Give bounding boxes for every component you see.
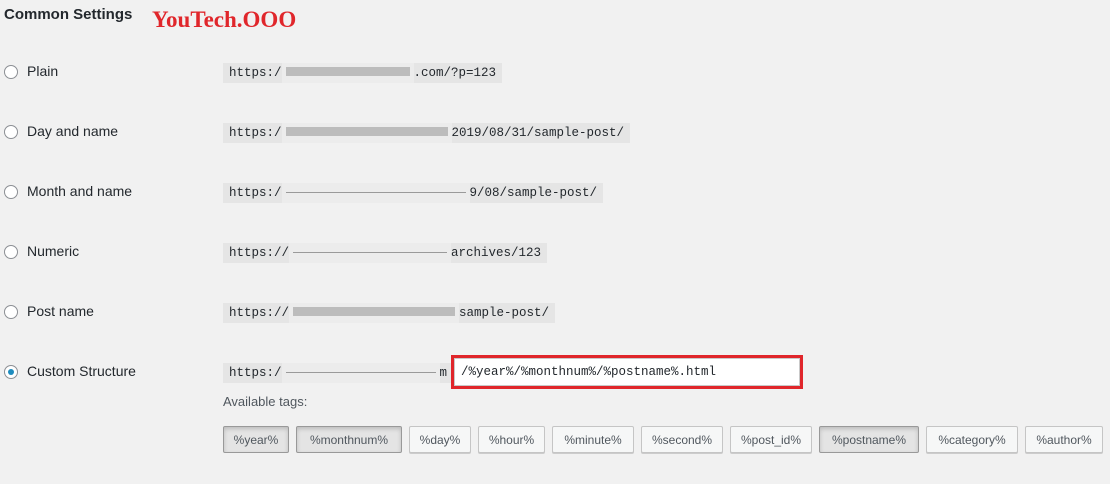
tag-button-year[interactable]: %year%: [223, 426, 289, 453]
redacted-domain: [289, 243, 452, 263]
redacted-domain: [281, 63, 414, 83]
url-preview-month-and-name: https:/ 9/08/sample-post/: [223, 183, 604, 203]
url-suffix: .com/?p=123: [413, 66, 497, 80]
tag-button-second[interactable]: %second%: [641, 426, 723, 453]
url-preview-numeric: https:// archives/123: [223, 243, 548, 263]
url-preview-day-and-name: https:/ 2019/08/31/sample-post/: [223, 123, 631, 143]
url-prefix: https:/: [229, 366, 282, 380]
radio-post-name[interactable]: [4, 305, 18, 319]
permalink-option-month-and-name[interactable]: Month and name https:/ 9/08/sample-post/: [0, 181, 1110, 205]
option-label-numeric: Numeric: [27, 243, 80, 259]
permalink-option-plain[interactable]: Plain https:/ .com/?p=123: [0, 61, 1110, 85]
url-prefix: https:/: [229, 126, 282, 140]
redacted-domain: [281, 363, 440, 383]
tag-button-minute[interactable]: %minute%: [552, 426, 634, 453]
tag-button-postname[interactable]: %postname%: [819, 426, 919, 453]
tag-button-monthnum[interactable]: %monthnum%: [296, 426, 402, 453]
url-prefix: https:/: [229, 186, 282, 200]
watermark-text: YouTech.OOO: [152, 7, 297, 32]
option-label-custom-structure: Custom Structure: [27, 363, 136, 379]
section-title: Common Settings: [4, 6, 133, 23]
option-label-month-and-name: Month and name: [27, 183, 133, 199]
radio-plain[interactable]: [4, 65, 18, 79]
url-prefix: https://: [229, 246, 290, 260]
url-suffix: archives/123: [451, 246, 542, 260]
option-label-plain: Plain: [27, 63, 59, 79]
custom-structure-input[interactable]: /%year%/%monthnum%/%postname%.html: [451, 355, 803, 389]
radio-month-and-name[interactable]: [4, 185, 18, 199]
radio-day-and-name[interactable]: [4, 125, 18, 139]
url-preview-plain: https:/ .com/?p=123: [223, 63, 503, 83]
url-preview-custom-structure: https:/ m: [223, 363, 454, 383]
radio-custom-structure[interactable]: [4, 365, 18, 379]
option-label-post-name: Post name: [27, 303, 94, 319]
option-label-day-and-name: Day and name: [27, 123, 119, 139]
redacted-domain: [281, 123, 452, 143]
tag-button-author[interactable]: %author%: [1025, 426, 1103, 453]
permalink-option-numeric[interactable]: Numeric https:// archives/123: [0, 241, 1110, 265]
tag-button-category[interactable]: %category%: [926, 426, 1018, 453]
tag-button-post-id[interactable]: %post_id%: [730, 426, 812, 453]
tag-button-hour[interactable]: %hour%: [478, 426, 545, 453]
url-suffix: m: [439, 366, 448, 380]
redacted-domain: [281, 183, 470, 203]
url-suffix: 2019/08/31/sample-post/: [451, 126, 625, 140]
redacted-domain: [289, 303, 460, 323]
permalink-option-day-and-name[interactable]: Day and name https:/ 2019/08/31/sample-po…: [0, 121, 1110, 145]
permalink-option-post-name[interactable]: Post name https:// sample-post/: [0, 301, 1110, 325]
available-tags-label: Available tags:: [223, 394, 308, 409]
tag-button-day[interactable]: %day%: [409, 426, 471, 453]
url-preview-post-name: https:// sample-post/: [223, 303, 556, 323]
url-suffix: sample-post/: [459, 306, 550, 320]
radio-numeric[interactable]: [4, 245, 18, 259]
url-suffix: 9/08/sample-post/: [469, 186, 598, 200]
url-prefix: https://: [229, 306, 290, 320]
url-prefix: https:/: [229, 66, 282, 80]
